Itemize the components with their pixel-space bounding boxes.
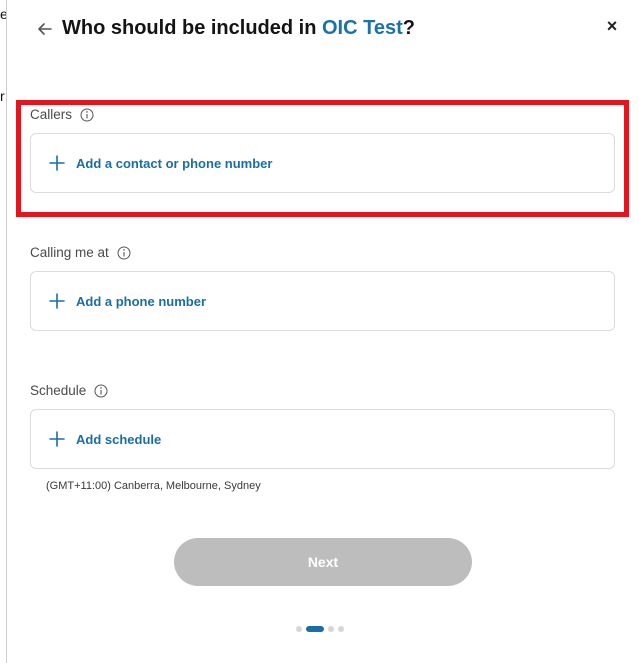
title-item-name: OIC Test bbox=[321, 17, 403, 39]
add-phone-number-label: Add a phone number bbox=[76, 293, 206, 309]
title-prefix: Who should be included in bbox=[62, 17, 322, 39]
timezone-text: (GMT+11:00) Canberra, Melbourne, Sydney bbox=[46, 480, 261, 492]
calling-me-at-label: Calling me at bbox=[30, 245, 131, 260]
add-contact-button[interactable]: Add a contact or phone number bbox=[30, 133, 615, 193]
background-text-fragment: r bbox=[0, 88, 5, 104]
plus-icon bbox=[49, 431, 65, 447]
dialog-header: Who should be included in OIC Test? × bbox=[7, 0, 639, 60]
info-icon[interactable] bbox=[80, 108, 94, 122]
plus-icon bbox=[49, 293, 65, 309]
callers-label: Callers bbox=[30, 107, 94, 122]
pagination-dot bbox=[296, 626, 302, 632]
calling-me-at-label-text: Calling me at bbox=[30, 245, 109, 260]
next-button[interactable]: Next bbox=[174, 538, 472, 586]
add-schedule-label: Add schedule bbox=[76, 431, 162, 447]
info-icon[interactable] bbox=[94, 384, 108, 398]
back-button[interactable] bbox=[34, 18, 56, 40]
schedule-label: Schedule bbox=[30, 383, 108, 398]
pagination-dot bbox=[338, 626, 344, 632]
pagination-dots bbox=[296, 626, 344, 632]
callers-label-text: Callers bbox=[30, 107, 73, 122]
add-phone-number-button[interactable]: Add a phone number bbox=[30, 271, 615, 331]
close-icon: × bbox=[606, 16, 618, 36]
close-button[interactable]: × bbox=[602, 15, 622, 37]
pagination-dot-active bbox=[306, 626, 324, 632]
include-dialog: Who should be included in OIC Test? × Ca… bbox=[6, 0, 639, 663]
pagination-dot bbox=[328, 626, 334, 632]
add-schedule-button[interactable]: Add schedule bbox=[30, 409, 615, 469]
title-suffix: ? bbox=[402, 17, 415, 39]
plus-icon bbox=[49, 155, 65, 171]
add-contact-label: Add a contact or phone number bbox=[76, 155, 273, 171]
arrow-left-icon bbox=[38, 23, 52, 35]
dialog-title: Who should be included in OIC Test? bbox=[62, 17, 415, 40]
info-icon[interactable] bbox=[117, 246, 131, 260]
schedule-label-text: Schedule bbox=[30, 383, 87, 398]
